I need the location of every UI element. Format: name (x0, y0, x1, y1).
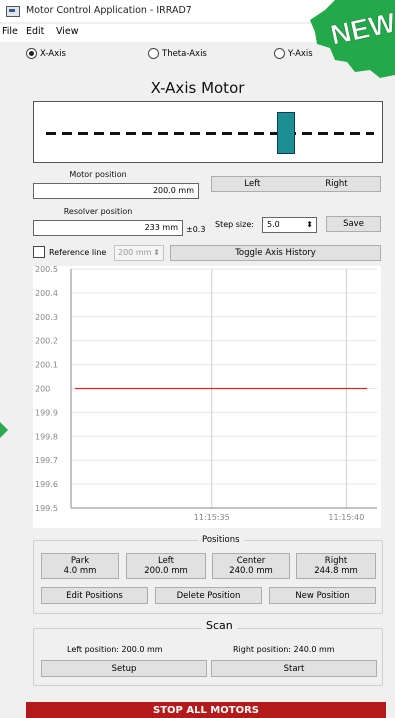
spin-arrows-icon[interactable]: ⬍ (306, 218, 313, 232)
y-tick-label: 199.9 (35, 408, 58, 417)
step-size-label: Step size: (215, 220, 254, 229)
position-value: 240.0 mm (229, 566, 273, 576)
menu-edit[interactable]: Edit (26, 26, 44, 37)
new-position-button[interactable]: New Position (269, 587, 376, 604)
radio-theta-axis[interactable]: Theta-Axis (148, 48, 207, 59)
reference-line-spinbox: 200 mm ⬍ (114, 245, 164, 261)
radio-x-axis[interactable]: X-Axis (26, 48, 66, 59)
position-value: 244.8 mm (314, 566, 358, 576)
radio-label: X-Axis (40, 48, 66, 59)
menu-file[interactable]: File (2, 26, 18, 37)
resolver-position-label: Resolver position (63, 207, 133, 216)
step-size-value: 5.0 (267, 220, 280, 229)
stop-all-motors-button[interactable]: STOP ALL MOTORS (26, 702, 386, 718)
edit-positions-button[interactable]: Edit Positions (41, 587, 148, 604)
new-badge: NEW (295, 0, 395, 80)
position-history-chart: 200.5 200.4 200.3 200.2 200.1 200 199.9 199.8 19… (33, 266, 381, 528)
positions-title: Positions (198, 535, 244, 545)
scan-title: Scan (202, 619, 237, 632)
spin-arrows-icon: ⬍ (153, 248, 160, 257)
checkbox-box[interactable] (33, 246, 45, 258)
main-window: Motor Control Application - IRRAD7 File … (0, 0, 395, 718)
right-button[interactable]: Right (325, 179, 347, 189)
y-tick-label: 199.7 (35, 456, 58, 465)
menu-view[interactable]: View (56, 26, 79, 37)
x-tick-label: 11:15:35 (194, 513, 230, 522)
position-name: Park (70, 556, 90, 566)
chart-svg: 200.5 200.4 200.3 200.2 200.1 200 199.9 199.8 19… (35, 266, 377, 522)
reference-line-label: Reference line (49, 247, 107, 257)
position-park-button[interactable]: Park 4.0 mm (41, 553, 119, 579)
motor-position-track (33, 101, 383, 163)
delete-position-button[interactable]: Delete Position (155, 587, 262, 604)
left-button[interactable]: Left (244, 179, 260, 189)
radio-button[interactable] (274, 48, 285, 59)
save-button[interactable]: Save (326, 216, 381, 232)
resolver-position-field: 233 mm (33, 220, 183, 236)
position-left-button[interactable]: Left 200.0 mm (126, 553, 206, 579)
radio-button[interactable] (148, 48, 159, 59)
scan-setup-button[interactable]: Setup (41, 660, 207, 677)
rail-dashes (46, 132, 374, 135)
y-tick-label: 200.3 (35, 313, 58, 322)
y-tick-label: 199.6 (35, 480, 58, 489)
y-tick-label: 200.4 (35, 289, 58, 298)
position-right-button[interactable]: Right 244.8 mm (296, 553, 376, 579)
reference-line-value: 200 mm (118, 248, 152, 257)
y-tick-label: 200 (35, 385, 50, 394)
position-name: Center (236, 556, 266, 566)
radio-button[interactable] (26, 48, 37, 59)
motor-position-field: 200.0 mm (33, 183, 199, 199)
app-icon (6, 6, 20, 17)
x-tick-label: 11:15:40 (328, 513, 364, 522)
y-tick-label: 200.5 (35, 266, 58, 274)
toggle-axis-history-button[interactable]: Toggle Axis History (170, 245, 381, 261)
step-size-spinbox[interactable]: 5.0 ⬍ (262, 217, 317, 233)
badge-burst-icon: NEW (310, 0, 395, 78)
position-name: Left (157, 556, 174, 566)
y-tick-label: 199.8 (35, 432, 58, 441)
scan-start-button[interactable]: Start (211, 660, 377, 677)
reference-line-checkbox[interactable]: Reference line (33, 246, 106, 258)
y-tick-label: 200.2 (35, 337, 58, 346)
motor-position-label: Motor position (69, 170, 127, 179)
scan-right-position: Right position: 240.0 mm (233, 645, 335, 654)
motor-carriage (277, 112, 295, 154)
position-value: 4.0 mm (63, 566, 97, 576)
position-value: 200.0 mm (144, 566, 188, 576)
y-tick-label: 199.5 (35, 504, 58, 513)
left-arrow-icon (0, 422, 8, 438)
axis-motor-heading: X-Axis Motor (150, 79, 245, 97)
radio-label: Theta-Axis (162, 48, 207, 59)
left-right-button[interactable]: Left Right (211, 176, 381, 192)
resolver-tolerance: ±0.3 (186, 225, 206, 234)
y-tick-label: 200.1 (35, 361, 58, 370)
window-title: Motor Control Application - IRRAD7 (26, 5, 192, 16)
scan-group (33, 628, 383, 686)
position-center-button[interactable]: Center 240.0 mm (212, 553, 290, 579)
position-name: Right (324, 556, 348, 566)
scan-left-position: Left position: 200.0 mm (67, 645, 163, 654)
